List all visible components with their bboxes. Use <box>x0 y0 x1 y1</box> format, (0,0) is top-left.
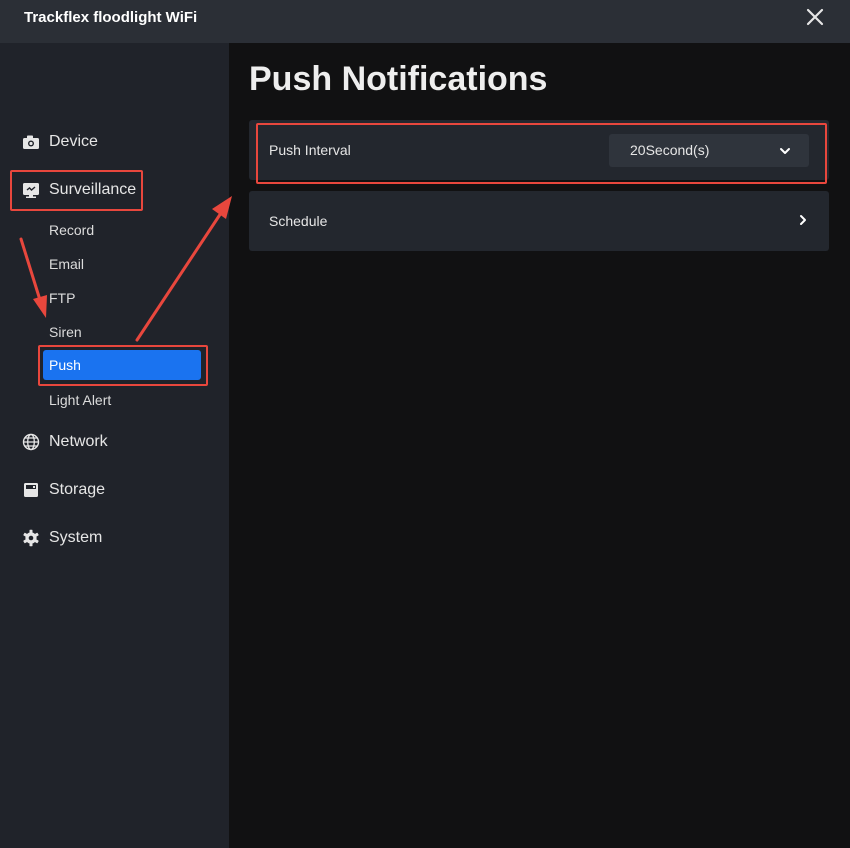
chevron-right-icon <box>800 215 806 225</box>
monitor-icon <box>22 181 40 199</box>
sidebar-item-network[interactable]: Network <box>22 430 108 454</box>
sidebar-item-storage[interactable]: Storage <box>22 478 105 502</box>
sidebar-item-label: Device <box>49 133 98 150</box>
close-button[interactable] <box>803 6 827 30</box>
push-interval-label: Push Interval <box>269 142 351 158</box>
sidebar-item-device[interactable]: Device <box>22 130 98 154</box>
gear-icon <box>22 529 40 547</box>
chevron-down-icon <box>780 148 790 154</box>
app-title: Trackflex floodlight WiFi <box>24 9 198 26</box>
close-icon <box>806 8 824 26</box>
sidebar-item-label: Storage <box>49 481 106 498</box>
title-bar: Trackflex floodlight WiFi <box>0 0 850 43</box>
globe-icon <box>22 433 40 451</box>
page-title: Push Notifications <box>249 60 548 98</box>
sub-item-siren[interactable]: Siren <box>49 324 82 340</box>
camera-icon <box>22 133 40 151</box>
sub-item-push[interactable]: Push <box>43 350 201 380</box>
sidebar-item-surveillance[interactable]: Surveillance <box>22 178 136 202</box>
sidebar-item-label: System <box>49 529 103 546</box>
sub-item-push-label: Push <box>49 357 81 373</box>
sidebar-item-label: Surveillance <box>49 181 137 198</box>
schedule-row[interactable]: Schedule <box>249 191 829 251</box>
sub-item-ftp[interactable]: FTP <box>49 290 75 306</box>
storage-icon <box>22 481 40 499</box>
sidebar-item-label: Network <box>49 433 108 450</box>
sub-item-record[interactable]: Record <box>49 222 94 238</box>
push-interval-row: Push Interval 20Second(s) <box>249 120 829 180</box>
sub-item-email[interactable]: Email <box>49 256 84 272</box>
sub-item-light-alert[interactable]: Light Alert <box>49 392 111 408</box>
push-interval-value: 20Second(s) <box>630 142 710 158</box>
sidebar-item-system[interactable]: System <box>22 526 102 550</box>
schedule-label: Schedule <box>269 213 328 229</box>
push-interval-select[interactable]: 20Second(s) <box>609 134 809 167</box>
